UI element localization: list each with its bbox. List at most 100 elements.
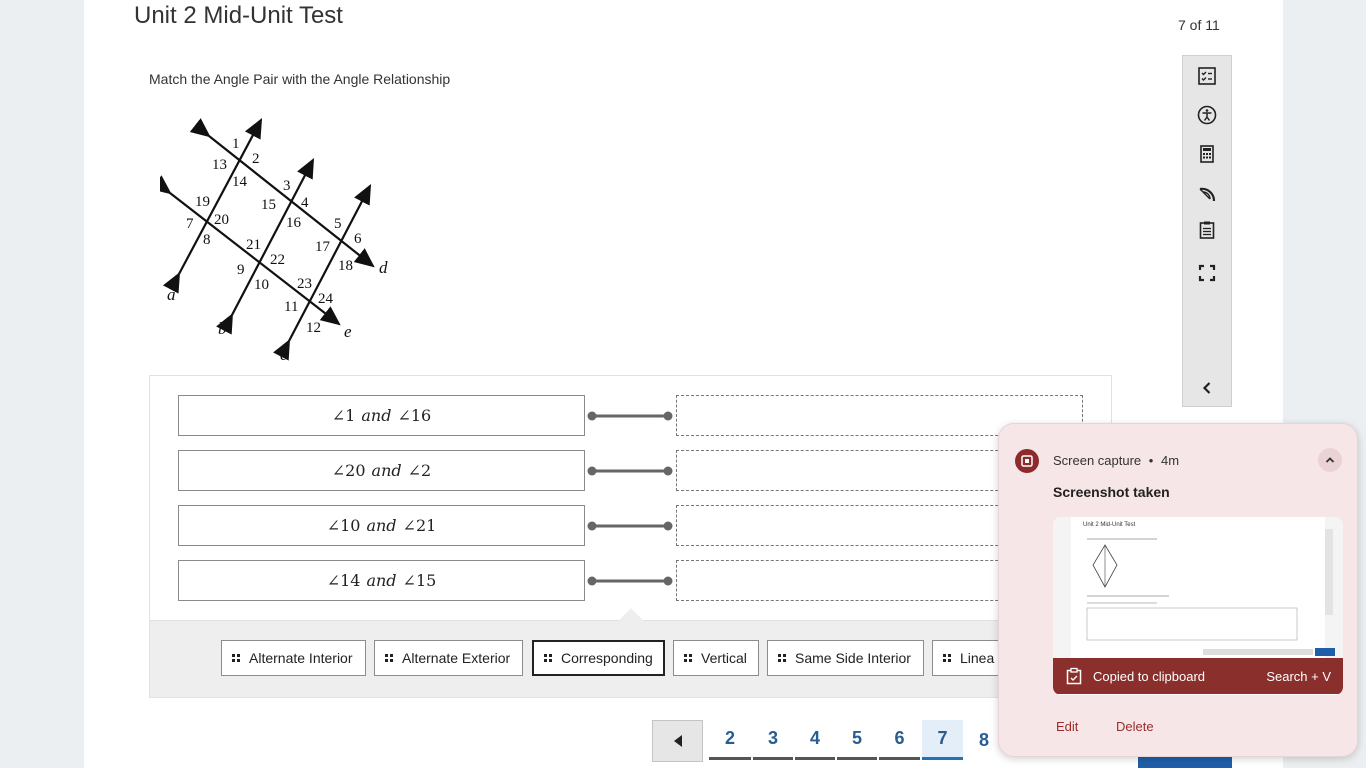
match-row: ∠1 and ∠16: [178, 395, 1112, 436]
answer-chip-alternate-exterior[interactable]: Alternate Exterior: [374, 640, 523, 676]
line-label: d: [379, 258, 388, 277]
chip-label: Corresponding: [561, 650, 653, 666]
connector-line: [587, 521, 673, 531]
match-row: ∠14 and ∠15: [178, 560, 1112, 601]
and-word: and: [366, 571, 397, 590]
angle-label: 2: [252, 151, 260, 167]
angle-a: ∠14: [326, 571, 361, 590]
angle-a: ∠1: [331, 406, 356, 425]
separator-dot: •: [1148, 453, 1154, 468]
collapse-button[interactable]: [1318, 448, 1342, 472]
answer-chip-corresponding[interactable]: Corresponding: [532, 640, 665, 676]
drag-handle-icon: [684, 654, 692, 662]
fullscreen-icon[interactable]: [1195, 261, 1219, 285]
chevron-left-icon[interactable]: [1195, 376, 1219, 400]
answer-bank: Alternate Interior Alternate Exterior Co…: [150, 608, 1111, 697]
and-word: and: [361, 406, 392, 425]
matching-panel: ∠1 and ∠16 ∠20 and ∠2 ∠10 and ∠21 ∠14 an…: [149, 375, 1112, 698]
question-prompt: Match the Angle Pair with the Angle Rela…: [149, 71, 451, 87]
angle-label: 1: [232, 136, 240, 152]
clipboard-bar: Copied to clipboard Search + V: [1053, 658, 1343, 694]
thumbnail-preview: Unit 2 Mid-Unit Test: [1053, 517, 1343, 658]
angle-b: ∠21: [402, 516, 437, 535]
angle-label: 20: [214, 212, 229, 228]
chip-label: Vertical: [701, 650, 747, 666]
connector-line: [587, 576, 673, 586]
notification-source: Screen capture • 4m: [1053, 453, 1179, 468]
chip-label: Linea: [960, 650, 995, 666]
angle-label: 22: [270, 252, 285, 268]
angle-pair-item: ∠10 and ∠21: [178, 505, 585, 546]
notification-time: 4m: [1160, 453, 1180, 468]
page-button-2[interactable]: 2: [709, 720, 751, 760]
svg-text:Unit 2 Mid-Unit Test: Unit 2 Mid-Unit Test: [1083, 522, 1136, 528]
answer-chip-same-side-interior[interactable]: Same Side Interior: [767, 640, 924, 676]
match-row: ∠20 and ∠2: [178, 450, 1112, 491]
parallel-lines-diagram: 1 2 13 14 3 4 15 16 5 6 17 18 19 20 7 8 …: [160, 118, 388, 364]
chip-label: Same Side Interior: [795, 650, 911, 666]
line-label: e: [344, 322, 352, 341]
angle-label: 5: [334, 216, 342, 232]
connector-line: [587, 411, 673, 421]
question-counter: 7 of 11: [1178, 17, 1220, 33]
chevron-up-icon: [1325, 457, 1335, 463]
edit-button[interactable]: Edit: [1056, 719, 1078, 734]
and-word: and: [366, 516, 397, 535]
protractor-icon[interactable]: [1195, 181, 1219, 205]
page-button-4[interactable]: 4: [795, 720, 835, 760]
angle-label: 11: [284, 299, 298, 315]
angle-a: ∠10: [326, 516, 361, 535]
angle-label: 6: [354, 231, 362, 247]
angle-label: 17: [315, 239, 331, 255]
tools-panel: [1182, 55, 1232, 407]
drag-handle-icon: [385, 654, 393, 662]
angle-b: ∠2: [407, 461, 432, 480]
notepad-icon[interactable]: [1195, 218, 1219, 242]
chip-label: Alternate Interior: [249, 650, 353, 666]
angle-label: 8: [203, 232, 211, 248]
angle-label: 15: [261, 197, 276, 213]
angle-label: 21: [246, 237, 261, 253]
drag-handle-icon: [232, 654, 240, 662]
angle-label: 4: [301, 195, 309, 211]
delete-button[interactable]: Delete: [1116, 719, 1154, 734]
previous-button[interactable]: [652, 720, 703, 762]
screen-capture-notification: Screen capture • 4m Screenshot taken Uni…: [998, 423, 1358, 757]
page-button-7[interactable]: 7: [922, 720, 963, 760]
angle-label: 19: [195, 194, 210, 210]
angle-pair-item: ∠20 and ∠2: [178, 450, 585, 491]
connector-line: [587, 466, 673, 476]
angle-label: 13: [212, 157, 227, 173]
answer-chip-vertical[interactable]: Vertical: [673, 640, 759, 676]
page-button-5[interactable]: 5: [837, 720, 877, 760]
angle-b: ∠16: [397, 406, 432, 425]
copied-text: Copied to clipboard: [1093, 668, 1206, 684]
angle-label: 7: [186, 216, 194, 232]
app-name: Screen capture: [1053, 453, 1142, 468]
calculator-icon[interactable]: [1195, 142, 1219, 166]
drag-handle-icon: [778, 654, 786, 662]
page-button-6[interactable]: 6: [879, 720, 920, 760]
page-title: Unit 2 Mid-Unit Test: [134, 2, 343, 29]
angle-label: 12: [306, 320, 321, 336]
triangle-left-icon: [673, 735, 682, 747]
angle-b: ∠15: [402, 571, 437, 590]
angle-a: ∠20: [331, 461, 366, 480]
line-label: c: [280, 345, 288, 364]
next-button[interactable]: [1138, 756, 1232, 768]
line-label: b: [218, 319, 227, 338]
chip-label: Alternate Exterior: [402, 650, 511, 666]
checklist-icon[interactable]: [1195, 64, 1219, 88]
angle-label: 16: [286, 215, 302, 231]
match-row: ∠10 and ∠21: [178, 505, 1112, 546]
clipboard-icon: [1066, 667, 1082, 685]
answer-chip-alternate-interior[interactable]: Alternate Interior: [221, 640, 366, 676]
angle-pair-item: ∠1 and ∠16: [178, 395, 585, 436]
angle-label: 10: [254, 277, 269, 293]
page-button-3[interactable]: 3: [753, 720, 793, 760]
accessibility-icon[interactable]: [1195, 103, 1219, 127]
angle-label: 18: [338, 258, 353, 274]
screenshot-thumbnail[interactable]: Unit 2 Mid-Unit Test Copied to clipboard…: [1053, 517, 1343, 695]
notification-title: Screenshot taken: [1053, 484, 1170, 500]
angle-label: 24: [318, 291, 334, 307]
